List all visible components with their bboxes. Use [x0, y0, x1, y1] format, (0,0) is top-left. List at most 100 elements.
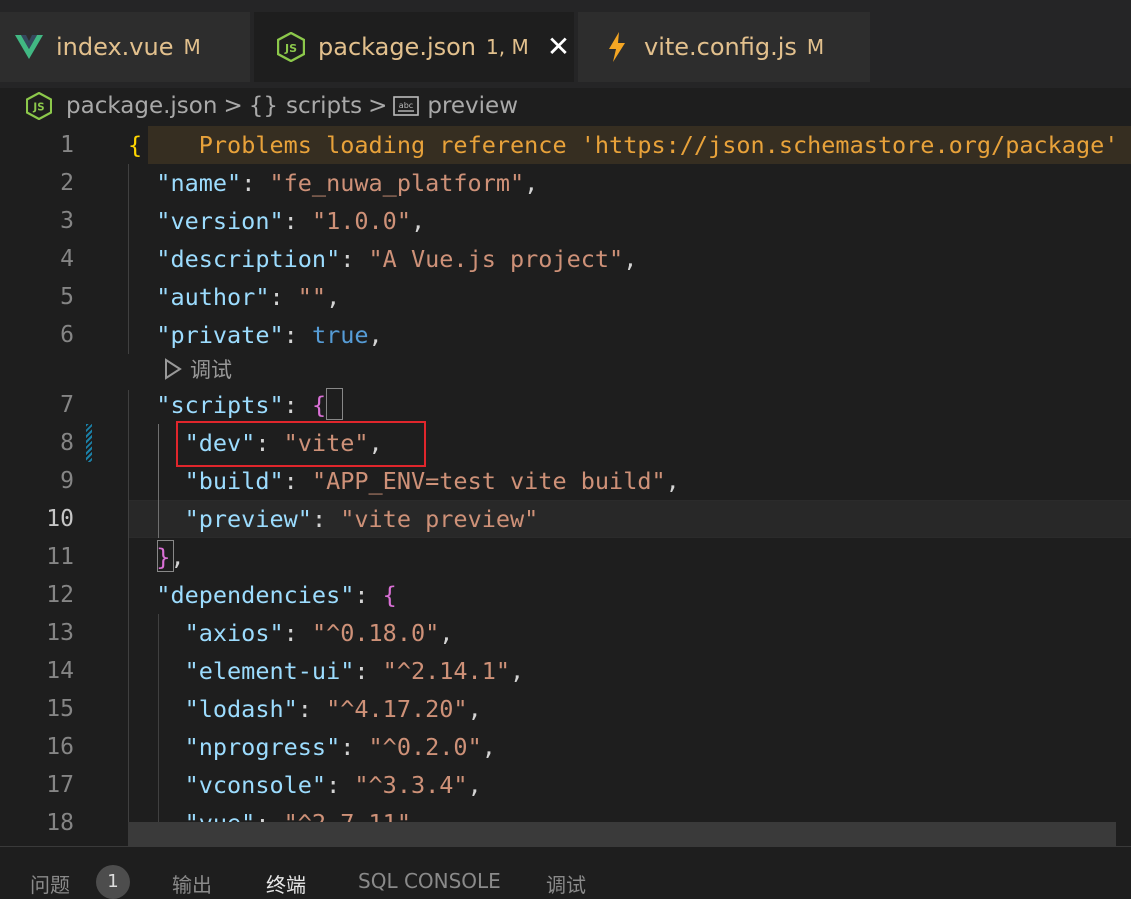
line-number: 7	[60, 392, 74, 418]
tab-package-json[interactable]: JS package.json 1, M ✕	[254, 12, 574, 82]
line-number: 10	[46, 506, 74, 532]
line-number: 12	[46, 582, 74, 608]
modified-badge: M	[183, 35, 201, 59]
tab-label: package.json	[318, 33, 477, 61]
code-text: "private": true,	[156, 321, 383, 349]
json-key: "version"	[156, 207, 284, 235]
json-value: "^0.2.0"	[368, 733, 482, 761]
code-line: 2 "name": "fe_nuwa_platform",	[0, 164, 1131, 202]
breadcrumb-file-label: package.json	[66, 93, 218, 119]
line-number: 17	[46, 772, 74, 798]
code-text: "build": "APP_ENV=test vite build",	[184, 467, 680, 495]
tab-label: index.vue	[56, 33, 174, 61]
line-number: 2	[60, 170, 74, 196]
code-line: 13 "axios": "^0.18.0",	[0, 614, 1131, 652]
code-text: "element-ui": "^2.14.1",	[184, 657, 525, 685]
json-key: "scripts"	[156, 391, 284, 419]
tab-vite-config-js[interactable]: vite.config.js M	[578, 12, 870, 82]
json-key: "author"	[156, 283, 270, 311]
code-text: "description": "A Vue.js project",	[156, 245, 638, 273]
breadcrumb: JS package.json > {} scripts > abc previ…	[0, 88, 1131, 124]
json-key: "description"	[156, 245, 341, 273]
json-value: "A Vue.js project"	[368, 245, 624, 273]
play-icon	[164, 358, 182, 380]
breadcrumb-file[interactable]: JS package.json	[26, 92, 217, 120]
line-number: 9	[60, 468, 74, 494]
json-value: true	[311, 321, 369, 349]
code-line: 5 "author": "",	[0, 278, 1131, 316]
line-number: 6	[60, 322, 74, 348]
line-number: 18	[46, 810, 74, 836]
json-key: "nprogress"	[184, 733, 341, 761]
code-editor[interactable]: 1 { Problems loading reference 'https://…	[0, 126, 1131, 846]
editor-tab-bar: index.vue M JS package.json 1, M ✕ vite.…	[0, 0, 1131, 88]
panel-tab-output[interactable]: 输出	[172, 869, 212, 898]
code-text: "nprogress": "^0.2.0",	[184, 733, 496, 761]
lightning-icon	[602, 32, 632, 62]
json-key: "preview"	[184, 505, 312, 533]
code-line: 17 "vconsole": "^3.3.4",	[0, 766, 1131, 804]
horizontal-scrollbar[interactable]	[128, 822, 1116, 846]
code-text: "vconsole": "^3.3.4",	[184, 771, 482, 799]
code-line: 12 "dependencies": {	[0, 576, 1131, 614]
json-value: "^3.3.4"	[354, 771, 468, 799]
panel-tab-terminal[interactable]: 终端	[266, 869, 306, 898]
json-key: "build"	[184, 467, 284, 495]
string-icon: abc	[393, 96, 420, 116]
code-text: "preview": "vite preview"	[184, 505, 539, 533]
code-line: 7 "scripts": {	[0, 386, 1131, 424]
problem-modified-badge: 1, M	[486, 35, 529, 59]
code-text: "dev": "vite",	[184, 429, 383, 457]
panel-tab-problems[interactable]: 问题	[30, 869, 70, 898]
line-number: 8	[60, 430, 74, 456]
warning-background	[148, 126, 1131, 164]
json-value: "vite preview"	[340, 505, 539, 533]
line-number: 4	[60, 246, 74, 272]
json-key: "axios"	[184, 619, 284, 647]
code-line: 15 "lodash": "^4.17.20",	[0, 690, 1131, 728]
panel-tab-sql-console[interactable]: SQL CONSOLE	[358, 869, 501, 893]
code-text: "name": "fe_nuwa_platform",	[156, 169, 539, 197]
line-number: 11	[46, 544, 74, 570]
code-text: "dependencies": {	[156, 581, 397, 609]
json-key: "element-ui"	[184, 657, 355, 685]
code-text: "author": "",	[156, 283, 341, 311]
open-brace: {	[128, 131, 143, 159]
code-line: 4 "description": "A Vue.js project",	[0, 240, 1131, 278]
json-key: "dependencies"	[156, 581, 355, 609]
code-line: 11 },	[0, 538, 1131, 576]
vue-icon	[14, 32, 44, 62]
json-value: "APP_ENV=test vite build"	[311, 467, 666, 495]
tab-index-vue[interactable]: index.vue M	[0, 12, 250, 82]
code-line: 14 "element-ui": "^2.14.1",	[0, 652, 1131, 690]
json-value: "^4.17.20"	[326, 695, 468, 723]
debug-codelens[interactable]: 调试	[164, 352, 232, 386]
panel-tab-debug[interactable]: 调试	[546, 869, 586, 898]
code-line-current: 10 "preview": "vite preview"	[0, 500, 1131, 538]
nodejs-icon: JS	[276, 32, 306, 62]
json-value: "^0.18.0"	[311, 619, 440, 647]
line-number: 3	[60, 208, 74, 234]
code-line: 8 "dev": "vite",	[0, 424, 1131, 462]
line-number: 13	[46, 620, 74, 646]
close-icon[interactable]: ✕	[547, 33, 570, 61]
line-number: 15	[46, 696, 74, 722]
line-number: 5	[60, 284, 74, 310]
breadcrumb-scripts[interactable]: {} scripts	[249, 93, 362, 119]
json-value: "fe_nuwa_platform"	[269, 169, 525, 197]
json-value: "^2.14.1"	[382, 657, 511, 685]
breadcrumb-preview[interactable]: abc preview	[393, 93, 518, 119]
json-key: "dev"	[184, 429, 256, 457]
chevron-right-icon: >	[223, 93, 243, 119]
line-number: 1	[60, 132, 74, 158]
code-line: 6 "private": true,	[0, 316, 1131, 354]
json-key: "name"	[156, 169, 242, 197]
code-line: 9 "build": "APP_ENV=test vite build",	[0, 462, 1131, 500]
json-value: ""	[297, 283, 327, 311]
code-text: "lodash": "^4.17.20",	[184, 695, 482, 723]
breadcrumb-scripts-label: scripts	[286, 93, 363, 119]
bottom-panel-tabs: 问题 1 输出 终端 SQL CONSOLE 调试	[0, 846, 1131, 899]
code-text: "version": "1.0.0",	[156, 207, 426, 235]
braces-icon: {}	[248, 93, 278, 119]
json-key: "private"	[156, 321, 284, 349]
